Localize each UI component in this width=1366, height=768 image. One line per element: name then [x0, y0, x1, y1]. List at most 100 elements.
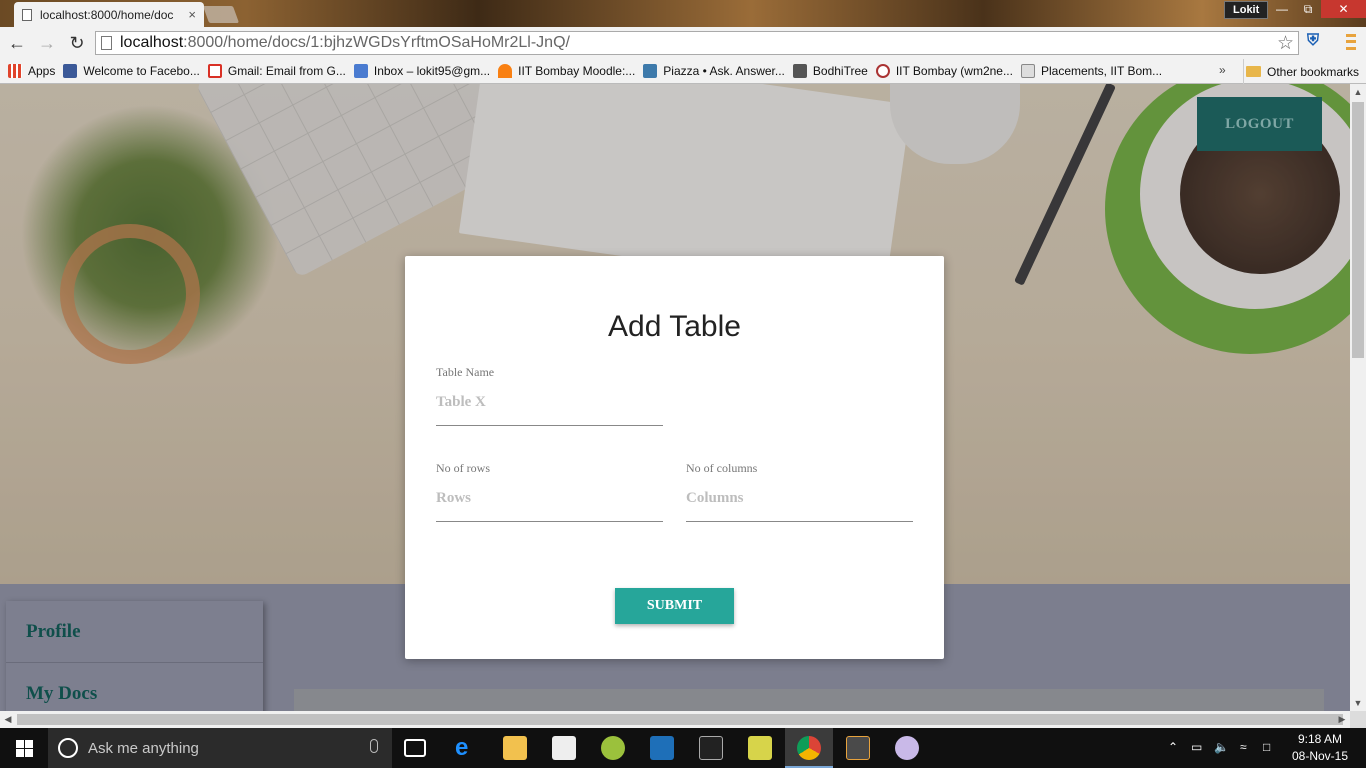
moodle-icon — [498, 64, 513, 78]
table-name-field: Table Name — [436, 365, 663, 426]
page-icon — [22, 8, 32, 21]
cortana-icon — [58, 738, 78, 758]
logout-button[interactable]: LOGOUT — [1197, 97, 1322, 151]
bookmark-iitb[interactable]: IIT Bombay (wm2ne... — [875, 64, 1013, 78]
scroll-up-icon[interactable]: ▲ — [1350, 84, 1366, 100]
battery-icon[interactable]: ▭ — [1191, 740, 1202, 754]
horizontal-scroll-thumb[interactable] — [17, 714, 1343, 725]
windows-logo-icon — [15, 739, 33, 757]
bookmarks-bar: Apps Welcome to Facebo... Gmail: Email f… — [0, 59, 1366, 84]
gmail-icon — [207, 64, 222, 78]
back-arrow-icon[interactable]: ← — [4, 30, 30, 56]
profile-button[interactable]: Lokit — [1224, 1, 1269, 19]
sidebar-item-profile[interactable]: Profile — [6, 601, 263, 663]
minimize-icon[interactable]: — — [1269, 0, 1295, 18]
rows-label: No of rows — [436, 461, 490, 475]
vertical-scroll-thumb[interactable] — [1352, 102, 1364, 358]
table-name-input[interactable] — [436, 390, 663, 426]
system-clock[interactable]: 9:18 AM 08-Nov-15 — [1290, 731, 1350, 765]
bookmark-moodle[interactable]: IIT Bombay Moodle:... — [498, 64, 635, 78]
bookmark-label: Gmail: Email from G... — [227, 64, 346, 78]
bookmarks-overflow-icon[interactable]: » — [1219, 63, 1226, 77]
bookmark-apps[interactable]: Apps — [8, 64, 55, 78]
tab-title: localhost:8000/home/doc — [40, 7, 174, 22]
scroll-right-icon[interactable]: ▶ — [1334, 711, 1350, 728]
url-path: :8000/home/docs/1:bjhzWGDsYrftmOSaHoMr2L… — [183, 34, 570, 51]
bookmark-facebook[interactable]: Welcome to Facebo... — [63, 64, 200, 78]
columns-label: No of columns — [686, 461, 758, 475]
other-bookmarks[interactable]: Other bookmarks — [1243, 59, 1359, 84]
bookmark-bodhitree[interactable]: BodhiTree — [792, 64, 868, 78]
rows-input[interactable] — [436, 486, 663, 522]
start-button[interactable] — [0, 728, 48, 768]
horizontal-scrollbar[interactable]: ◀ ▶ — [0, 711, 1350, 728]
columns-input[interactable] — [686, 486, 913, 522]
browser-toolbar: ← → ↻ localhost:8000/home/docs/1:bjhzWGD… — [0, 27, 1366, 59]
modal-title: Add Table — [608, 310, 741, 343]
chat-app-icon[interactable] — [601, 736, 625, 760]
restore-icon[interactable]: ⧉ — [1295, 0, 1321, 18]
chrome-icon[interactable] — [797, 736, 821, 760]
scroll-corner — [1350, 711, 1366, 728]
chrome-menu-icon[interactable] — [1346, 32, 1356, 52]
bookmark-label: Placements, IIT Bom... — [1040, 64, 1163, 78]
tray-overflow-icon[interactable]: ⌃ — [1168, 740, 1178, 754]
tab-close-icon[interactable]: × — [188, 7, 196, 22]
bodhitree-icon — [792, 64, 807, 78]
browser-tab-active[interactable]: localhost:8000/home/doc × — [14, 2, 204, 27]
scroll-down-icon[interactable]: ▼ — [1350, 695, 1366, 711]
submit-button[interactable]: SUBMIT — [615, 588, 734, 624]
iitb-icon — [875, 64, 890, 78]
terminal-icon[interactable] — [699, 736, 723, 760]
bookmark-piazza[interactable]: Piazza • Ask. Answer... — [643, 64, 785, 78]
bookmark-label: BodhiTree — [812, 64, 868, 78]
paint-icon[interactable] — [895, 736, 919, 760]
wifi-icon[interactable]: ≈ — [1240, 740, 1247, 754]
page-info-icon[interactable] — [101, 36, 112, 50]
bookmark-label: Piazza • Ask. Answer... — [663, 64, 785, 78]
facebook-icon — [63, 64, 78, 78]
cortana-search-box[interactable]: Ask me anything — [48, 728, 392, 768]
other-bookmarks-label: Other bookmarks — [1267, 64, 1360, 79]
table-name-label: Table Name — [436, 365, 495, 379]
vertical-scrollbar[interactable]: ▲ ▼ — [1350, 84, 1366, 711]
microphone-icon[interactable] — [370, 739, 378, 753]
file-explorer-icon[interactable] — [503, 736, 527, 760]
edge-browser-icon[interactable]: e — [455, 736, 479, 760]
powershell-icon[interactable] — [650, 736, 674, 760]
page-viewport: Profile My Docs LOGOUT Add Table Table N… — [0, 84, 1350, 711]
extension-shield-icon[interactable]: ⛨ — [1307, 32, 1319, 50]
reload-icon[interactable]: ↻ — [64, 30, 90, 56]
clock-date: 08-Nov-15 — [1291, 749, 1349, 763]
bookmark-label: Welcome to Facebo... — [83, 64, 200, 78]
bookmark-gmail[interactable]: Gmail: Email from G... — [207, 64, 346, 78]
bookmark-inbox[interactable]: Inbox – lokit95@gm... — [353, 64, 491, 78]
window-close-icon[interactable]: ✕ — [1321, 0, 1366, 18]
folder-app-icon[interactable] — [748, 736, 772, 760]
columns-field: No of columns — [686, 461, 913, 522]
piazza-icon — [643, 64, 658, 78]
sidebar-menu: Profile My Docs — [6, 601, 263, 711]
placements-icon — [1020, 64, 1035, 78]
notifications-icon[interactable]: □ — [1263, 740, 1270, 754]
bookmark-placements[interactable]: Placements, IIT Bom... — [1020, 64, 1163, 78]
add-table-modal: Add Table Table Name No of rows No of co… — [405, 256, 944, 659]
browser-titlebar: localhost:8000/home/doc × Lokit — ⧉ ✕ — [0, 0, 1366, 27]
content-panel — [294, 689, 1324, 711]
bookmark-label: IIT Bombay (wm2ne... — [895, 64, 1013, 78]
windows-taskbar: Ask me anything e ⌃ ▭ 🔈 ≈ □ 9:18 AM 08-N… — [0, 728, 1366, 768]
forward-arrow-icon[interactable]: → — [34, 30, 60, 56]
scroll-left-icon[interactable]: ◀ — [0, 711, 16, 728]
folder-icon — [1246, 66, 1261, 77]
search-placeholder: Ask me anything — [88, 739, 199, 757]
task-view-icon[interactable] — [404, 739, 426, 757]
url-host: localhost — [120, 34, 184, 51]
new-tab-button[interactable] — [202, 6, 240, 23]
bookmark-star-icon[interactable]: ☆ — [1277, 32, 1294, 55]
address-bar[interactable]: localhost:8000/home/docs/1:bjhzWGDsYrftm… — [95, 31, 1299, 55]
bookmark-label: Inbox – lokit95@gm... — [373, 64, 491, 78]
sidebar-item-my-docs[interactable]: My Docs — [6, 663, 263, 711]
mail-icon[interactable] — [552, 736, 576, 760]
sublime-text-icon[interactable] — [846, 736, 870, 760]
volume-icon[interactable]: 🔈 — [1214, 740, 1229, 754]
